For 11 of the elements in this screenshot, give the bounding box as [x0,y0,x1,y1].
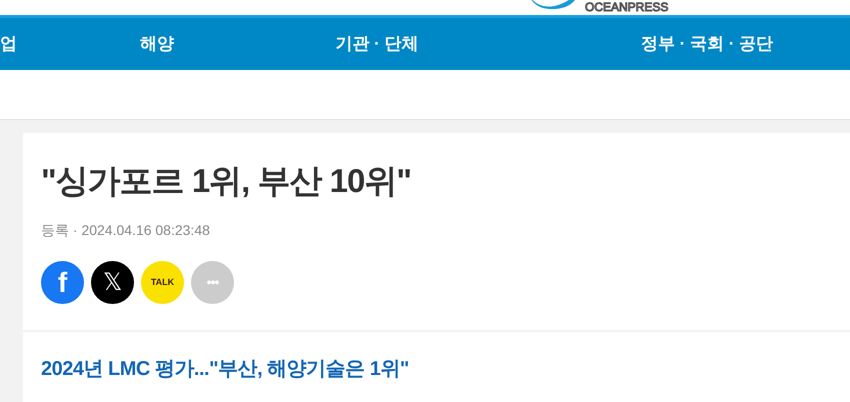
nav-item[interactable]: 정부 · 국회 · 공단 [487,31,850,57]
share-button[interactable]: f [41,261,84,304]
nav-item[interactable]: 해양 [47,31,267,57]
article-title: "싱가포르 1위, 부산 10위" [41,161,412,201]
nav-item[interactable]: 업 [0,31,47,57]
logo-text: OCEANPRESS [585,1,668,14]
article-date: 등록 · 2024.04.16 08:23:48 [41,221,211,240]
share-button[interactable]: TALK [141,261,184,304]
nav-item[interactable]: 기관 · 단체 [267,31,487,57]
share-button[interactable]: 𝕏 [91,261,134,304]
article-subtitle: 2024년 LMC 평가..."부산, 해양기술은 1위" [41,357,410,382]
